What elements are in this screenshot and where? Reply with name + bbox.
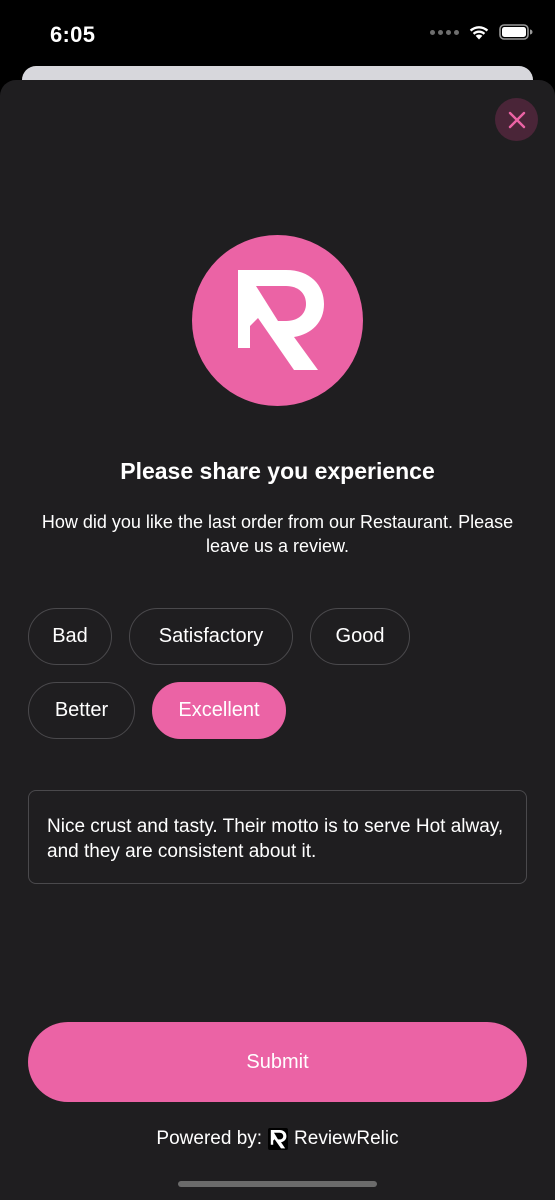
home-indicator[interactable] — [178, 1181, 377, 1187]
status-bar: 6:05 — [0, 0, 555, 70]
close-button[interactable] — [495, 98, 538, 141]
wifi-icon — [469, 26, 489, 40]
rating-chip-better[interactable]: Better — [28, 682, 135, 739]
reviewrelic-logo-icon — [237, 269, 324, 370]
submit-button[interactable]: Submit — [28, 1022, 527, 1102]
rating-chip-bad[interactable]: Bad — [28, 608, 112, 665]
dialog-subtitle: How did you like the last order from our… — [41, 512, 514, 556]
rating-chip-satisfactory[interactable]: Satisfactory — [129, 608, 293, 665]
signal-icon — [430, 29, 459, 35]
battery-icon — [499, 24, 533, 40]
dialog-title: Please share you experience — [120, 458, 435, 484]
powered-by: Powered by: ReviewRelic — [0, 1128, 555, 1150]
brand-name: ReviewRelic — [294, 1128, 399, 1149]
powered-by-label: Powered by: — [156, 1128, 263, 1149]
reviewrelic-small-logo-icon — [268, 1128, 289, 1150]
status-icons — [430, 24, 533, 40]
rating-chip-good[interactable]: Good — [310, 608, 410, 665]
close-icon — [508, 111, 525, 128]
rating-chip-excellent[interactable]: Excellent — [152, 682, 286, 739]
reviewrelic-logo — [192, 235, 363, 406]
status-time: 6:05 — [50, 22, 96, 47]
review-text-input[interactable]: Nice crust and tasty. Their motto is to … — [28, 790, 527, 884]
